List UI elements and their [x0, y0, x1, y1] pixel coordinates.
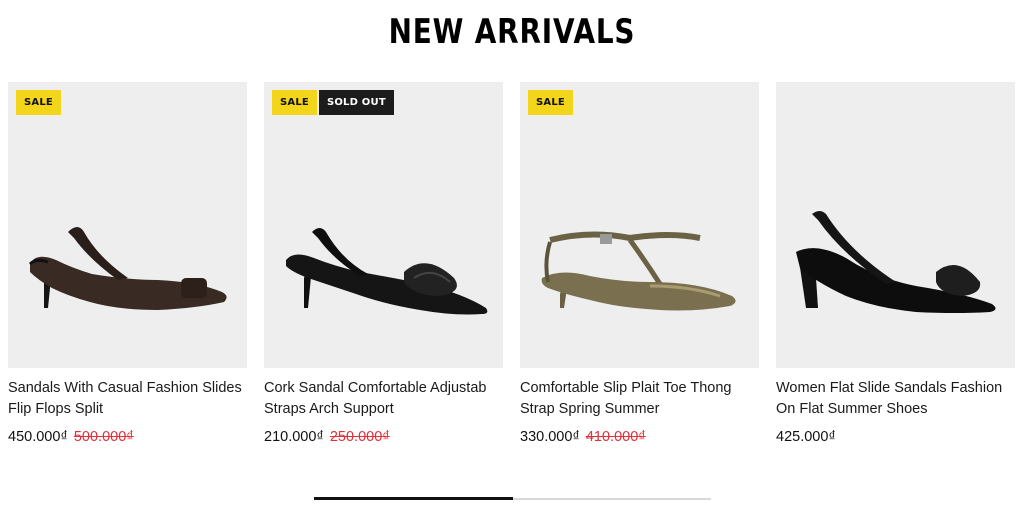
- shoe-image: [286, 228, 488, 315]
- shoe-image: [796, 211, 996, 313]
- compare-price: 500.000₫: [73, 429, 134, 445]
- product-card[interactable]: SALE SOLD OUT Cork Sandal Comfortable Ad…: [264, 82, 503, 445]
- product-price: 425.000₫: [776, 429, 836, 445]
- product-price: 210.000₫: [264, 429, 324, 445]
- product-title[interactable]: Women Flat Slide Sandals Fashion On Flat…: [776, 378, 1015, 420]
- section-title: NEW ARRIVALS: [388, 12, 636, 52]
- carousel-scroll-thumb[interactable]: [314, 497, 513, 500]
- sale-badge: SALE: [272, 90, 317, 115]
- product-image[interactable]: SALE SOLD OUT: [264, 82, 503, 368]
- product-title[interactable]: Comfortable Slip Plait Toe Thong Strap S…: [520, 378, 759, 420]
- product-image[interactable]: [776, 82, 1015, 368]
- sale-badge: SALE: [16, 90, 61, 115]
- product-price: 330.000₫: [520, 429, 580, 445]
- shoe-image: [28, 227, 227, 310]
- product-image[interactable]: SALE: [520, 82, 759, 368]
- product-grid: SALE Sandals With Casual Fashion Slides …: [8, 82, 1016, 462]
- product-card[interactable]: Women Flat Slide Sandals Fashion On Flat…: [776, 82, 1015, 445]
- product-title[interactable]: Cork Sandal Comfortable Adjustab Straps …: [264, 378, 503, 420]
- product-price: 450.000₫: [8, 429, 68, 445]
- product-card[interactable]: SALE Comfortable Slip Plait Toe Thong St…: [520, 82, 759, 445]
- compare-price: 410.000₫: [585, 429, 646, 445]
- shoe-image: [541, 231, 736, 311]
- sold-out-badge: SOLD OUT: [318, 90, 394, 115]
- carousel-scrollbar[interactable]: [314, 497, 711, 500]
- product-title[interactable]: Sandals With Casual Fashion Slides Flip …: [8, 378, 247, 420]
- product-card[interactable]: SALE Sandals With Casual Fashion Slides …: [8, 82, 247, 445]
- compare-price: 250.000₫: [329, 429, 390, 445]
- sale-badge: SALE: [528, 90, 573, 115]
- product-image[interactable]: SALE: [8, 82, 247, 368]
